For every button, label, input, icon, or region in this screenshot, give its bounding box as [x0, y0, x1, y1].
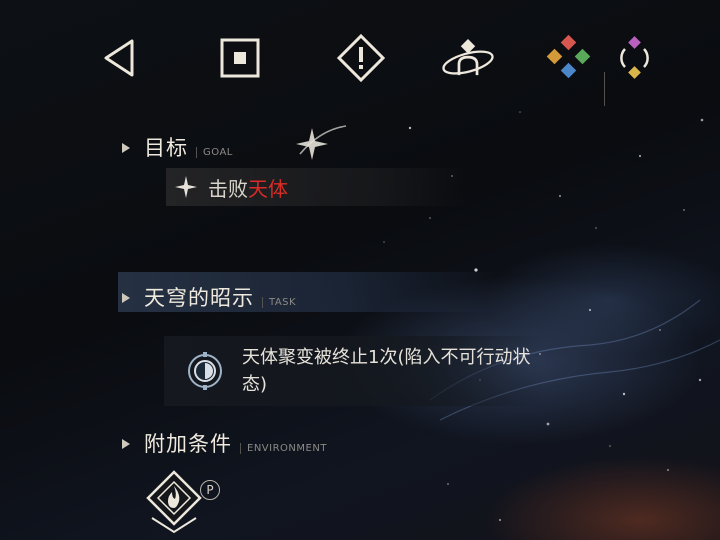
sparkle-icon: [296, 125, 347, 160]
task-description: 天体聚变被终止1次(陷入不可行动状态): [242, 347, 531, 395]
task-card: 天体聚变被终止1次(陷入不可行动状态): [164, 336, 544, 406]
goal-item-text: 击败天体: [208, 173, 288, 202]
environment-subtitle: ENVIRONMENT: [240, 443, 327, 454]
toolbar-divider: [604, 72, 605, 106]
goal-item-prefix: 击败: [208, 176, 248, 201]
goal-item-highlight: 天体: [248, 176, 288, 201]
goal-title: 目标: [144, 136, 188, 160]
task-subtitle: TASK: [262, 297, 296, 308]
task-section-header[interactable]: 天穹的昭示 TASK: [122, 282, 296, 312]
environment-section-header[interactable]: 附加条件 ENVIRONMENT: [122, 428, 327, 458]
alert-button[interactable]: [333, 30, 389, 86]
condition-badge-label: P: [200, 480, 220, 500]
orbit-character-icon: [442, 39, 494, 76]
collapse-arrow-icon: [122, 439, 130, 449]
star-bullet-icon: [175, 176, 197, 198]
alert-icon: [336, 33, 386, 83]
element-cluster-icon: [546, 34, 591, 79]
stop-icon: [220, 38, 260, 78]
environment-title: 附加条件: [144, 432, 232, 456]
top-toolbar: [0, 30, 720, 106]
element-cluster-button[interactable]: [541, 30, 597, 86]
flame-condition-icon: [146, 470, 202, 534]
element-cycle-button[interactable]: [606, 30, 662, 86]
stop-button[interactable]: [212, 30, 268, 86]
task-title: 天穹的昭示: [144, 286, 254, 310]
goal-subtitle: GOAL: [196, 147, 233, 158]
environment-condition-badge[interactable]: [146, 470, 202, 534]
element-cycle-icon: [620, 36, 649, 79]
collapse-arrow-icon: [122, 293, 130, 303]
goal-item: 击败天体: [166, 168, 466, 206]
character-orbit-button[interactable]: [440, 30, 496, 86]
back-icon: [104, 39, 134, 77]
goal-section-header[interactable]: 目标 GOAL: [122, 132, 233, 162]
back-button[interactable]: [92, 30, 148, 86]
celestial-fusion-icon: [188, 352, 222, 390]
collapse-arrow-icon: [122, 143, 130, 153]
